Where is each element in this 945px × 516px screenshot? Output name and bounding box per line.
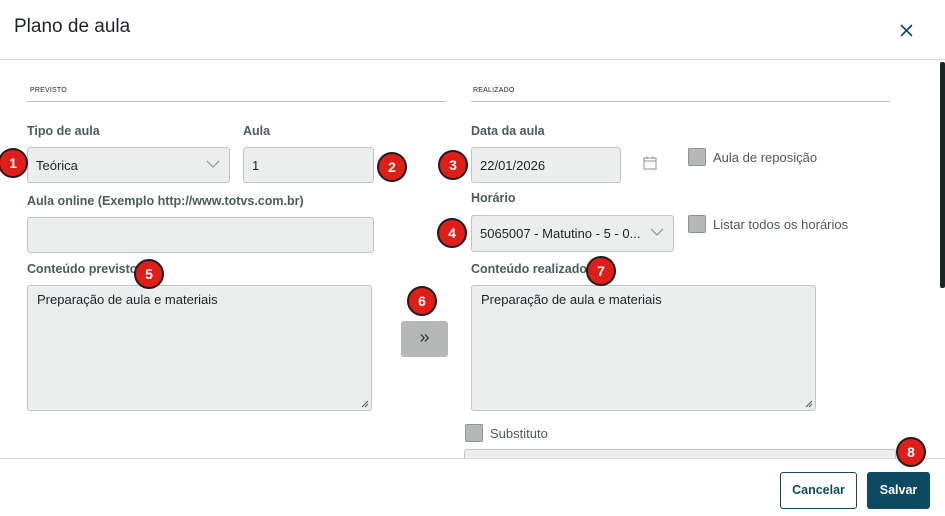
chevron-down-icon [650, 228, 664, 236]
tipo-aula-label: Tipo de aula [27, 124, 100, 138]
aula-value: 1 [252, 158, 260, 173]
conteudo-previsto-textarea[interactable]: Preparação de aula e materiais [27, 285, 372, 411]
substituto-checkbox[interactable] [465, 424, 483, 442]
annotation-badge: 2 [377, 152, 407, 182]
section-label-realizado: REALIZADO [473, 87, 515, 94]
close-icon [900, 24, 913, 37]
listar-horarios-checkbox[interactable] [688, 215, 706, 233]
conteudo-realizado-label: Conteúdo realizado [471, 262, 587, 276]
aula-online-input[interactable] [27, 217, 374, 253]
annotation-badge: 5 [134, 259, 164, 289]
scrollbar[interactable] [940, 62, 945, 288]
aula-reposicao-checkbox[interactable] [688, 148, 706, 166]
annotation-badge: 7 [586, 256, 616, 286]
substituto-label: Substituto [490, 426, 548, 441]
close-button[interactable] [894, 18, 918, 42]
section-divider [471, 101, 890, 102]
tipo-aula-select[interactable]: Teórica [27, 147, 230, 183]
double-chevron-right-icon: » [419, 327, 430, 347]
resize-grip-icon[interactable] [805, 400, 813, 408]
save-button[interactable]: Salvar [867, 472, 930, 509]
conteudo-previsto-value: Preparação de aula e materiais [37, 292, 218, 307]
conteudo-realizado-value: Preparação de aula e materiais [481, 292, 662, 307]
dialog-title: Plano de aula [14, 16, 131, 37]
tipo-aula-value: Teórica [36, 158, 78, 173]
horario-value: 5065007 - Matutino - 5 - 0... [480, 226, 641, 241]
chevron-down-icon [206, 160, 220, 168]
annotation-badge: 3 [438, 150, 468, 180]
horario-select[interactable]: 5065007 - Matutino - 5 - 0... [471, 215, 674, 252]
dialog-header: Plano de aula [0, 0, 945, 60]
copy-content-button[interactable]: » [401, 321, 448, 357]
aula-online-label: Aula online (Exemplo http://www.totvs.co… [27, 194, 304, 208]
annotation-badge: 1 [0, 148, 28, 178]
resize-grip-icon[interactable] [361, 400, 369, 408]
aula-label: Aula [243, 124, 271, 138]
annotation-badge: 8 [896, 437, 926, 467]
aula-reposicao-label: Aula de reposição [713, 150, 818, 165]
cancel-button[interactable]: Cancelar [780, 472, 857, 509]
calendar-icon[interactable] [642, 155, 658, 171]
annotation-badge: 4 [437, 218, 467, 248]
conteudo-realizado-textarea[interactable]: Preparação de aula e materiais [471, 285, 816, 411]
lesson-plan-dialog: Plano de aula PREVISTO Tipo de aula Teór… [0, 0, 945, 516]
annotation-badge: 6 [407, 286, 437, 316]
aula-input[interactable]: 1 [243, 147, 374, 183]
conteudo-previsto-label: Conteúdo previsto [27, 262, 138, 276]
data-aula-input[interactable]: 22/01/2026 [471, 147, 621, 183]
data-aula-label: Data da aula [471, 124, 545, 138]
listar-horarios-label: Listar todos os horários [713, 217, 849, 232]
section-label-previsto: PREVISTO [30, 87, 67, 94]
horario-label: Horário [471, 191, 516, 205]
data-aula-value: 22/01/2026 [480, 158, 546, 173]
section-divider [27, 101, 446, 102]
